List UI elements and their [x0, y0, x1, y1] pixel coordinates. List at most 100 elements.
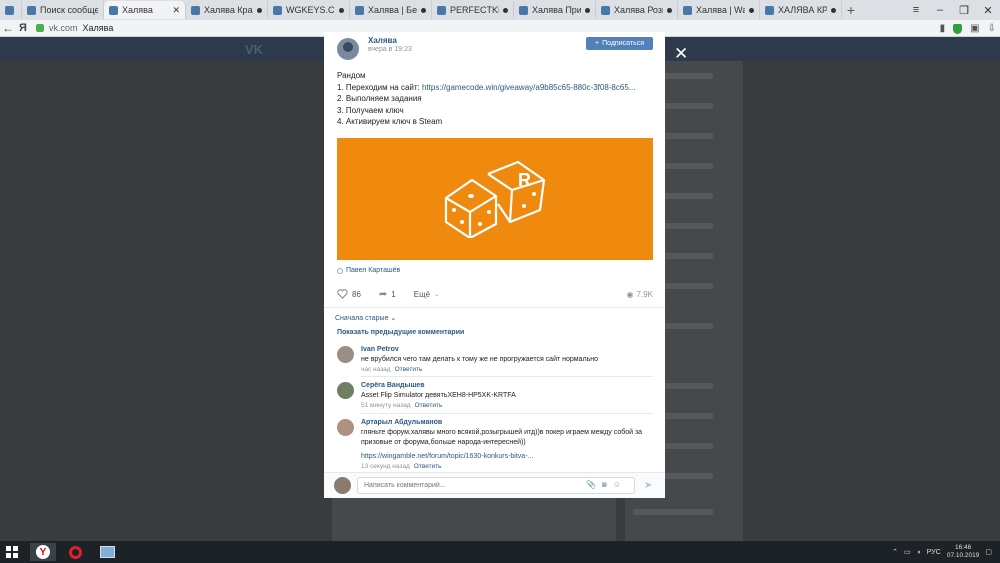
- vk-logo-icon: VK: [245, 42, 264, 57]
- chevron-up-icon[interactable]: ⌃: [892, 548, 898, 556]
- taskbar: Y ⌃ ▭ ◖ РУС 16:46 07.10.2019 ▢: [0, 541, 1000, 563]
- reply-link[interactable]: Ответить: [414, 463, 442, 470]
- lock-icon: [36, 24, 44, 32]
- browser-tab[interactable]: Поиск сообществ: [22, 1, 104, 19]
- unread-dot-icon: [749, 7, 754, 13]
- close-tab-icon[interactable]: ✕: [172, 5, 180, 16]
- post-text-line: 2. Выполняем задания: [337, 94, 422, 103]
- ghost-line: [633, 509, 713, 515]
- emoji-icon[interactable]: ☺: [613, 480, 621, 489]
- vk-favicon-icon: [191, 5, 200, 15]
- network-icon[interactable]: ▭: [904, 548, 911, 556]
- browser-tab[interactable]: WGKEYS.COM: [268, 1, 350, 19]
- like-count: 86: [352, 289, 361, 299]
- vk-favicon-icon: [109, 5, 118, 15]
- browser-tab[interactable]: Халява | Warfa: [678, 1, 760, 19]
- url-page-title: Халява: [82, 23, 114, 33]
- close-modal-icon[interactable]: ✕: [674, 44, 688, 64]
- comment-text: Asset Flip Simulator девятьXEH8-HP5XK-KR…: [361, 392, 516, 399]
- image-viewer-taskbar-icon[interactable]: [94, 543, 120, 561]
- unread-dot-icon: [257, 7, 262, 13]
- plus-icon: +: [594, 40, 600, 47]
- comment-time[interactable]: 51 минуту назад: [361, 402, 411, 409]
- like-button[interactable]: 86: [337, 289, 361, 299]
- comment-time[interactable]: час назад: [361, 366, 391, 373]
- menu-icon[interactable]: ≡: [904, 0, 928, 20]
- reply-attachments: 📎 ◙ ☺: [586, 480, 621, 489]
- protect-shield-icon[interactable]: [953, 23, 963, 34]
- sort-dropdown[interactable]: Сначала старые ⌄: [335, 314, 396, 322]
- comment-author[interactable]: Серёга Вандышев: [361, 382, 425, 389]
- views-counter: ◉ 7.9K: [627, 290, 653, 299]
- browser-tab[interactable]: Халява | Безко: [350, 1, 432, 19]
- reply-link[interactable]: Ответить: [395, 366, 423, 373]
- new-tab-button[interactable]: +: [842, 2, 860, 18]
- share-button[interactable]: ➦ 1: [379, 289, 396, 300]
- avatar[interactable]: [337, 382, 354, 399]
- post-signer[interactable]: Павел Карташёв: [337, 267, 400, 274]
- share-arrow-icon: ➦: [378, 288, 388, 300]
- opera-taskbar-icon[interactable]: [62, 543, 88, 561]
- browser-tab[interactable]: ХАЛЯВА КРАС: [760, 1, 842, 19]
- vk-favicon-icon: [765, 5, 774, 15]
- browser-tab[interactable]: Халява Приди: [514, 1, 596, 19]
- browser-tab[interactable]: PERFECTKEYS: [432, 1, 514, 19]
- tab-label: Халява | Безко: [368, 5, 417, 15]
- tab-label: Халява Розыгр: [614, 5, 663, 15]
- post-text-prefix: 1. Переходим на сайт:: [337, 82, 422, 92]
- maximize-button[interactable]: ❐: [952, 0, 976, 20]
- clock[interactable]: 16:46 07.10.2019: [947, 544, 980, 560]
- minimize-button[interactable]: –: [928, 0, 952, 20]
- comment-author[interactable]: Ivan Petrov: [361, 346, 399, 353]
- volume-icon[interactable]: ◖: [917, 549, 921, 556]
- send-icon[interactable]: ➤: [644, 480, 652, 491]
- chevron-down-icon: ⌄: [390, 315, 397, 322]
- windows-start-button[interactable]: [6, 546, 18, 558]
- show-previous-comments[interactable]: Показать предыдущие комментарии: [337, 329, 464, 336]
- post-image[interactable]: R: [337, 138, 653, 260]
- avatar[interactable]: [337, 419, 354, 436]
- reply-link[interactable]: Ответить: [415, 402, 443, 409]
- comment-link[interactable]: https://wingamble.net/forum/topic/1630-k…: [361, 453, 533, 460]
- more-menu-button[interactable]: Ещё ⌄: [414, 290, 439, 299]
- paperclip-icon[interactable]: 📎: [586, 480, 596, 489]
- reply-bar: 📎 ◙ ☺ ➤: [324, 472, 665, 498]
- avatar[interactable]: [337, 346, 354, 363]
- tab-vk-icon[interactable]: [0, 1, 22, 19]
- close-window-button[interactable]: ✕: [976, 0, 1000, 20]
- vk-favicon-icon: [683, 5, 692, 15]
- back-arrow-icon[interactable]: ←: [0, 21, 16, 35]
- subscribe-button[interactable]: + Подписаться: [586, 37, 653, 50]
- dice-icon: R: [444, 160, 546, 238]
- downloads-icon[interactable]: ⇩: [988, 23, 996, 34]
- bookmark-icon[interactable]: ▮: [940, 23, 946, 34]
- camera-icon[interactable]: ◙: [602, 480, 607, 489]
- address-bar-actions: ▮ ▣ ⇩: [940, 20, 996, 37]
- post-text-line: 1. Переходим на сайт: https://gamecode.w…: [337, 82, 647, 94]
- extensions-icon[interactable]: ▣: [970, 23, 979, 34]
- tab-label: WGKEYS.COM: [286, 5, 335, 15]
- group-avatar[interactable]: [337, 38, 359, 60]
- browser-tab-active[interactable]: Халява ✕: [104, 1, 186, 19]
- post-author[interactable]: Халява: [368, 36, 397, 45]
- language-indicator[interactable]: РУС: [927, 549, 941, 556]
- comment-time[interactable]: 13 секунд назад: [361, 463, 410, 470]
- vk-favicon-icon: [519, 5, 528, 15]
- unread-dot-icon: [339, 7, 344, 13]
- comment-author[interactable]: Артарыл Абдульманов: [361, 419, 442, 426]
- browser-tabbar: Поиск сообществ Халява ✕ Халява Красн WGK…: [0, 0, 1000, 20]
- sort-label: Сначала старые: [335, 315, 389, 322]
- window-controls: ≡ – ❐ ✕: [904, 0, 1000, 20]
- url-field[interactable]: vk.com Халява: [36, 23, 113, 33]
- browser-tab[interactable]: Халява Красн: [186, 1, 268, 19]
- post-time[interactable]: вчера в 19:23: [368, 46, 412, 53]
- yandex-icon[interactable]: Я: [16, 22, 30, 34]
- browser-tab[interactable]: Халява Розыгр: [596, 1, 678, 19]
- notifications-icon[interactable]: ▢: [985, 548, 992, 556]
- giveaway-link[interactable]: https://gamecode.win/giveaway/a9b85c65-8…: [422, 83, 635, 92]
- tab-label: ХАЛЯВА КРАС: [778, 5, 827, 15]
- vk-icon: [5, 5, 14, 15]
- yandex-browser-taskbar-icon[interactable]: Y: [30, 543, 56, 561]
- post-modal: Халява вчера в 19:23 + Подписаться Рандо…: [324, 32, 665, 498]
- tab-label: Поиск сообществ: [40, 5, 98, 15]
